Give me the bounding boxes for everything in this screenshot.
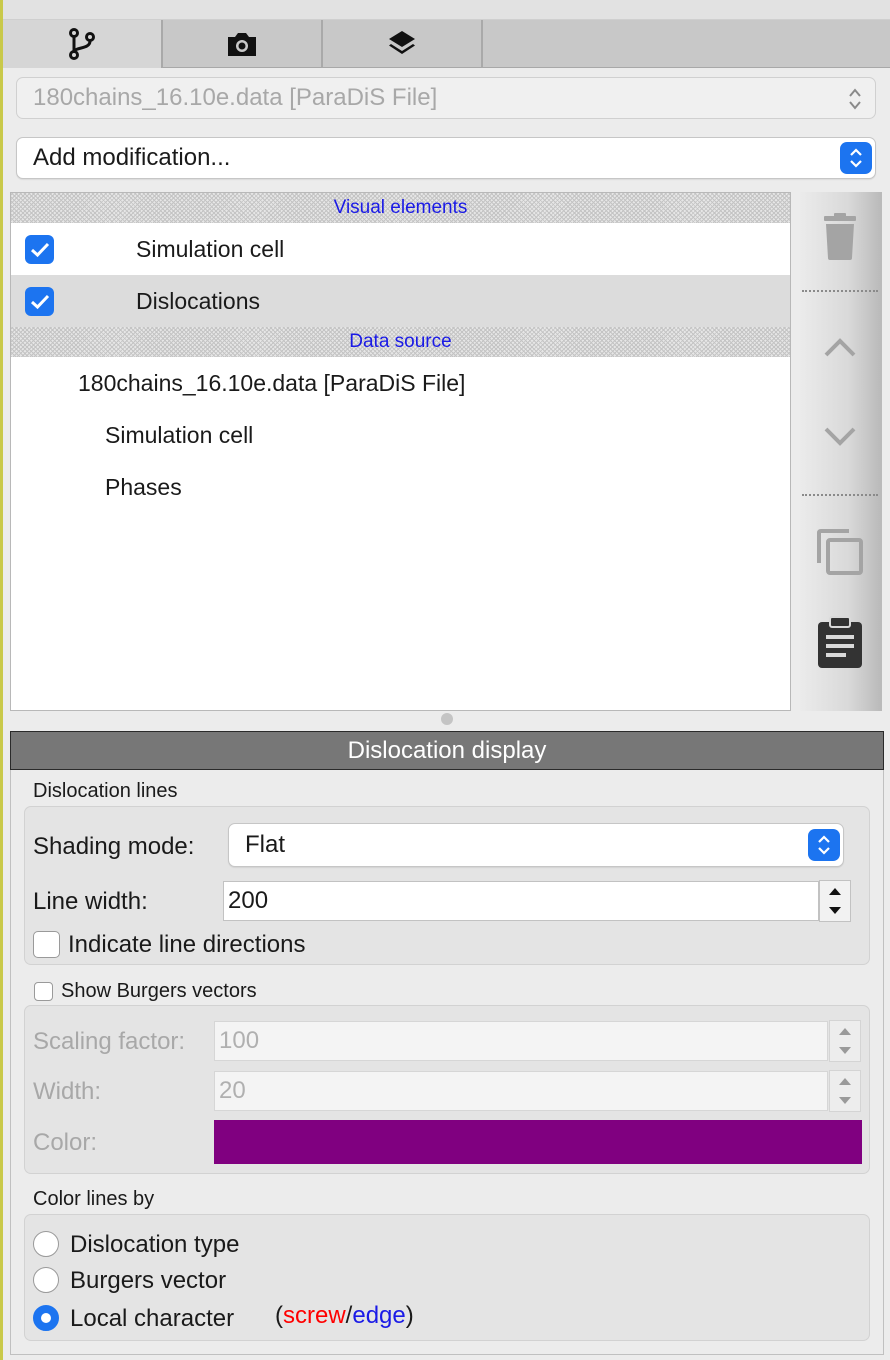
radio-burgers-vector[interactable] [33,1267,59,1293]
dislocation-lines-group-label: Dislocation lines [33,780,178,802]
chevron-updown-icon [808,829,840,861]
data-source-subitem[interactable]: Phases [11,461,790,513]
duplicate-button[interactable] [798,524,882,580]
visual-element-simulation-cell[interactable]: Simulation cell [11,223,790,275]
character-legend: (screw/edge) [275,1302,414,1330]
legend-open-paren: ( [275,1302,283,1329]
delete-button[interactable] [798,208,882,266]
pipeline-branch-icon [69,28,95,60]
burgers-width-label: Width: [33,1078,102,1105]
tab-pipeline[interactable] [3,20,163,68]
burgers-width-spinner[interactable] [829,1070,861,1112]
delete-icon [824,213,856,260]
paste-icon [818,616,862,668]
spin-down-icon [839,1047,851,1054]
visual-element-checkbox[interactable] [25,287,54,316]
visual-element-label: Simulation cell [136,235,285,262]
tab-render[interactable] [163,20,323,68]
indicate-directions-checkbox[interactable] [33,931,60,958]
pipeline-editor-list: Visual elements Simulation cell Dislocat… [10,192,791,711]
panel-title: Dislocation display [10,731,884,770]
data-source-subitem[interactable]: Simulation cell [11,409,790,461]
move-down-icon [824,427,856,446]
burgers-width-input[interactable]: 20 [214,1071,828,1111]
add-modification-label: Add modification... [33,144,231,171]
layers-icon [389,31,415,54]
line-width-label: Line width: [33,888,148,915]
burgers-color-picker[interactable] [214,1120,862,1164]
spin-down-icon [829,907,841,914]
legend-screw: screw [283,1302,346,1329]
spin-up-icon [839,1078,851,1085]
radio-burgers-vector-label: Burgers vector [70,1267,227,1294]
line-width-spinner[interactable] [819,880,851,922]
chevron-updown-icon [840,142,872,174]
radio-local-character[interactable] [33,1305,59,1331]
toolbar-separator [802,290,878,292]
data-source-subitem-label: Simulation cell [105,421,254,448]
visual-elements-header: Visual elements [11,193,790,223]
indicate-directions-label: Indicate line directions [68,931,306,958]
radio-local-character-label: Local character [70,1305,235,1332]
duplicate-icon [817,529,863,575]
legend-close-paren: ) [405,1302,414,1329]
radio-dislocation-type[interactable] [33,1231,59,1257]
paste-button[interactable] [798,612,882,672]
pipeline-toolbar [798,192,882,711]
tab-overlays[interactable] [323,20,483,68]
line-width-value: 200 [228,887,269,914]
move-down-button[interactable] [798,412,882,462]
scaling-factor-label: Scaling factor: [33,1028,186,1055]
visual-element-label: Dislocations [136,287,260,314]
shading-mode-label: Shading mode: [33,833,195,860]
pipeline-selector[interactable]: 180chains_16.10e.data [ParaDiS File] [16,77,876,119]
command-panel-tabs [3,20,890,68]
visual-element-checkbox[interactable] [25,235,54,264]
camera-icon [228,33,256,56]
spin-up-icon [829,888,841,895]
move-up-button[interactable] [798,322,882,372]
spin-down-icon [839,1097,851,1104]
add-modification-select[interactable]: Add modification... [16,137,876,179]
visual-element-dislocations[interactable]: Dislocations [11,275,790,327]
show-burgers-checkbox[interactable] [34,982,53,1001]
window-edge [0,0,3,1360]
data-source-subitem-label: Phases [105,473,182,500]
pipeline-selector-value: 180chains_16.10e.data [ParaDiS File] [33,84,438,111]
data-source-header: Data source [11,327,790,357]
scaling-factor-value: 100 [219,1027,260,1054]
title-strip [3,0,890,20]
legend-edge: edge [352,1302,406,1329]
shading-mode-value: Flat [245,831,286,858]
spin-up-icon [839,1028,851,1035]
shading-mode-select[interactable]: Flat [228,823,844,867]
data-source-file-item[interactable]: 180chains_16.10e.data [ParaDiS File] [11,357,790,409]
move-up-icon [824,338,856,357]
scaling-factor-spinner[interactable] [829,1020,861,1062]
burgers-color-label: Color: [33,1129,98,1156]
color-lines-by-label: Color lines by [33,1188,155,1210]
line-width-input[interactable]: 200 [223,881,819,921]
splitter-handle[interactable] [441,713,453,725]
scaling-factor-input[interactable]: 100 [214,1021,828,1061]
data-source-file-label: 180chains_16.10e.data [ParaDiS File] [78,369,466,396]
radio-dislocation-type-label: Dislocation type [70,1231,240,1258]
burgers-width-value: 20 [219,1077,246,1104]
chevron-updown-icon [849,88,861,110]
toolbar-separator [802,494,878,496]
show-burgers-label: Show Burgers vectors [61,980,257,1002]
